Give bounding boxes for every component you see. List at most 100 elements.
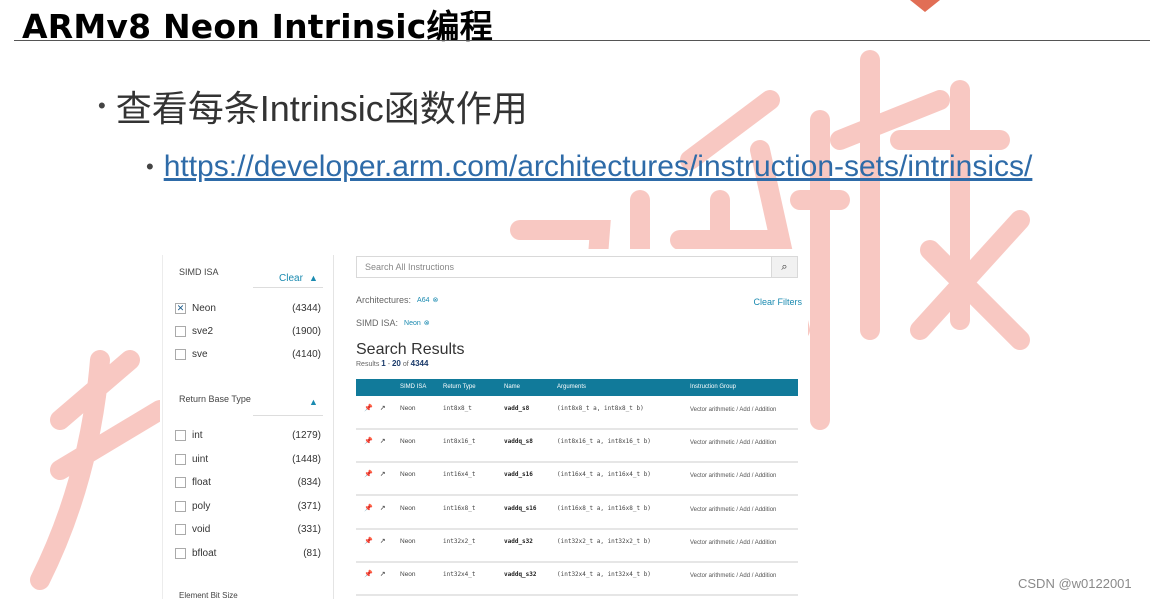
checkbox[interactable]: [175, 476, 186, 488]
filter-label: float: [192, 476, 211, 488]
title-divider: [14, 40, 1150, 41]
external-link-icon[interactable]: ↗: [380, 404, 386, 412]
col-instruction-group[interactable]: Instruction Group: [690, 384, 736, 390]
filter-label: sve2: [192, 325, 214, 337]
intrinsics-link[interactable]: https://developer.arm.com/architectures/…: [164, 150, 1033, 184]
filter-label: sve: [192, 348, 208, 360]
external-link-icon[interactable]: ↗: [380, 504, 386, 512]
bullet-item-1: • 查看每条Intrinsic函数作用: [98, 80, 528, 132]
cell-group: Vector arithmetic / Add / Addition: [690, 407, 777, 413]
pin-icon[interactable]: 📌: [364, 570, 373, 578]
checkbox[interactable]: [175, 500, 186, 512]
cell-return-type: int32x2_t: [443, 538, 476, 545]
cell-name[interactable]: vadd_s16: [504, 471, 533, 478]
table-row[interactable]: 📌 ↗ Neon int8x8_t vadd_s8 (int8x8_t a, in…: [356, 399, 798, 430]
cell-isa: Neon: [400, 405, 416, 412]
chip-label: Neon: [404, 319, 421, 327]
search-input[interactable]: Search All Instructions ⌕: [356, 256, 798, 278]
table-row[interactable]: 📌 ↗ Neon int32x4_t vaddq_s32 (int32x4_t a…: [356, 565, 798, 596]
pin-icon[interactable]: 📌: [364, 437, 373, 445]
filter-item-sve2[interactable]: sve2 (1900): [175, 323, 321, 339]
external-link-icon[interactable]: ↗: [380, 570, 386, 578]
filter-label: int: [192, 429, 203, 441]
pin-icon[interactable]: 📌: [364, 470, 373, 478]
external-link-icon[interactable]: ↗: [380, 470, 386, 478]
filter-item-poly[interactable]: poly (371): [175, 498, 321, 514]
chevron-up-icon[interactable]: ▲: [309, 273, 318, 283]
col-simd-isa[interactable]: SIMD ISA: [400, 384, 426, 390]
table-row[interactable]: 📌 ↗ Neon int8x16_t vaddq_s8 (int8x16_t a,…: [356, 432, 798, 463]
filter-label: void: [192, 523, 211, 535]
pin-icon[interactable]: 📌: [364, 504, 373, 512]
cell-name[interactable]: vaddq_s8: [504, 438, 533, 445]
arch-chip[interactable]: A64 ⊗: [417, 296, 439, 305]
filter-count: (834): [297, 476, 321, 488]
bullet-item-2: • https://developer.arm.com/architecture…: [146, 150, 1032, 184]
filter-count: (1900): [292, 325, 321, 337]
checkbox[interactable]: [175, 348, 186, 360]
architectures-filter: Architectures: A64 ⊗: [356, 295, 438, 305]
filter-item-void[interactable]: void (331): [175, 521, 321, 537]
cell-name[interactable]: vaddq_s16: [504, 505, 537, 512]
clear-filter-link[interactable]: Clear: [279, 273, 303, 284]
filter-count: (1448): [292, 453, 321, 465]
search-placeholder: Search All Instructions: [365, 262, 455, 272]
filter-item-neon[interactable]: ✕ Neon (4344): [175, 300, 321, 316]
external-link-icon[interactable]: ↗: [380, 437, 386, 445]
cell-return-type: int32x4_t: [443, 571, 476, 578]
simd-chip[interactable]: Neon ⊗: [404, 319, 430, 328]
count-to: 20: [391, 359, 401, 368]
element-bit-size-heading: Element Bit Size: [179, 591, 238, 599]
checkbox[interactable]: [175, 547, 186, 559]
cell-name[interactable]: vadd_s8: [504, 405, 529, 412]
filter-count: (331): [297, 523, 321, 535]
filter-label: bfloat: [192, 547, 217, 559]
filter-item-float[interactable]: float (834): [175, 474, 321, 490]
table-row[interactable]: 📌 ↗ Neon int16x8_t vaddq_s16 (int16x8_t a…: [356, 499, 798, 530]
table-row[interactable]: 📌 ↗ Neon int16x4_t vadd_s16 (int16x4_t a,…: [356, 465, 798, 496]
filter-item-sve[interactable]: sve (4140): [175, 346, 321, 362]
cell-return-type: int16x4_t: [443, 471, 476, 478]
search-icon[interactable]: ⌕: [771, 257, 797, 277]
filter-count: (81): [303, 547, 321, 559]
checkbox[interactable]: [175, 429, 186, 441]
cell-group: Vector arithmetic / Add / Addition: [690, 573, 777, 579]
cell-group: Vector arithmetic / Add / Addition: [690, 440, 777, 446]
cell-arguments: (int8x16_t a, int8x16_t b): [557, 438, 651, 445]
simd-label: SIMD ISA:: [356, 318, 399, 328]
cell-isa: Neon: [400, 471, 416, 478]
results-count: Results 1 - 20 of 4344: [356, 359, 428, 368]
checkbox[interactable]: [175, 325, 186, 337]
checkbox-checked-icon[interactable]: ✕: [175, 302, 186, 314]
filter-label: Neon: [192, 302, 216, 314]
filter-item-int[interactable]: int (1279): [175, 427, 321, 443]
col-arguments[interactable]: Arguments: [557, 384, 586, 390]
filter-count: (4344): [292, 302, 321, 314]
remove-chip-icon[interactable]: ⊗: [433, 296, 439, 304]
filter-item-uint[interactable]: uint (1448): [175, 451, 321, 467]
checkbox[interactable]: [175, 523, 186, 535]
embedded-screenshot: SIMD ISA Clear ▲ ✕ Neon (4344) sve2 (190…: [160, 249, 808, 599]
checkbox[interactable]: [175, 453, 186, 465]
pin-icon[interactable]: 📌: [364, 537, 373, 545]
remove-chip-icon[interactable]: ⊗: [424, 319, 430, 327]
col-name[interactable]: Name: [504, 384, 520, 390]
bullet-text: 查看每条Intrinsic函数作用: [115, 88, 528, 129]
cell-arguments: (int8x8_t a, int8x8_t b): [557, 405, 644, 412]
pin-icon[interactable]: 📌: [364, 404, 373, 412]
cell-isa: Neon: [400, 571, 416, 578]
chevron-up-icon[interactable]: ▲: [309, 397, 318, 407]
table-row[interactable]: 📌 ↗ Neon int32x2_t vadd_s32 (int32x2_t a,…: [356, 532, 798, 563]
cell-arguments: (int16x8_t a, int16x8_t b): [557, 505, 651, 512]
architectures-label: Architectures:: [356, 295, 412, 305]
cell-name[interactable]: vaddq_s32: [504, 571, 537, 578]
divider: [253, 287, 323, 288]
external-link-icon[interactable]: ↗: [380, 537, 386, 545]
cell-return-type: int8x16_t: [443, 438, 476, 445]
filter-item-bfloat[interactable]: bfloat (81): [175, 545, 321, 561]
clear-filters-link[interactable]: Clear Filters: [753, 297, 802, 307]
csdn-watermark-text: CSDN @w0122001: [1018, 576, 1132, 591]
cell-group: Vector arithmetic / Add / Addition: [690, 507, 777, 513]
col-return-type[interactable]: Return Type: [443, 384, 476, 390]
cell-name[interactable]: vadd_s32: [504, 538, 533, 545]
